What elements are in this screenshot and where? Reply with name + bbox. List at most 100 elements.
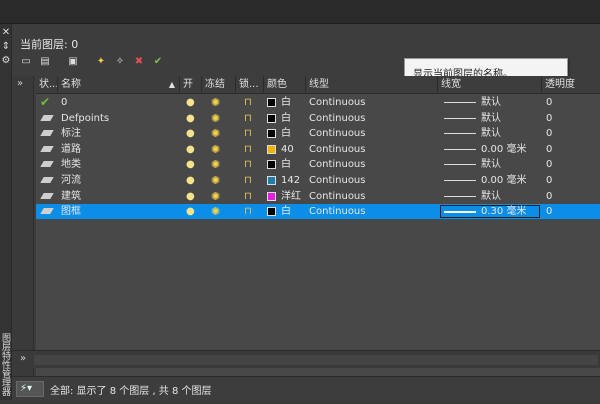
new-layer-icon[interactable]: ✦ (93, 54, 109, 68)
new-layer-vp-frozen-icon[interactable]: ✧ (112, 54, 128, 68)
layer-on-bulb-icon[interactable]: ● (186, 127, 195, 140)
layer-linetype[interactable]: Continuous (309, 95, 365, 110)
layer-linetype[interactable]: Continuous (309, 157, 365, 172)
layer-name[interactable]: Defpoints (61, 111, 109, 126)
layer-thaw-sun-icon[interactable]: ✺ (211, 204, 220, 219)
layer-unlocked-icon[interactable]: ⊓ (244, 205, 252, 218)
layer-thaw-sun-icon[interactable]: ✺ (211, 173, 220, 188)
layer-name[interactable]: 地类 (61, 157, 81, 172)
col-name[interactable]: 名称 ▲ (58, 76, 180, 94)
layer-on-bulb-icon[interactable]: ● (186, 143, 195, 156)
layer-transparency[interactable]: 0 (546, 204, 552, 219)
layer-row[interactable]: 建筑 ● ✺ ⊓ 洋红 Continuous 默认 0 (36, 189, 600, 204)
layer-name[interactable]: 0 (61, 95, 67, 110)
layer-on-bulb-icon[interactable]: ● (186, 158, 195, 171)
new-property-filter-icon[interactable]: ▭ (18, 54, 34, 68)
layer-lineweight[interactable]: 默认 (481, 111, 501, 126)
col-transparency[interactable]: 透明度 (542, 76, 600, 94)
col-linetype[interactable]: 线型 (306, 76, 438, 94)
layer-unlocked-icon[interactable]: ⊓ (244, 190, 252, 203)
layer-row[interactable]: ✔ 0 ● ✺ ⊓ 白 Continuous 默认 0 (36, 95, 600, 110)
layer-lineweight[interactable]: 默认 (481, 126, 501, 141)
layer-thaw-sun-icon[interactable]: ✺ (211, 142, 220, 157)
layer-on-bulb-icon[interactable]: ● (186, 205, 195, 218)
layer-name[interactable]: 图框 (61, 204, 81, 219)
layer-color-name[interactable]: 白 (281, 204, 291, 219)
col-freeze[interactable]: 冻结 (202, 76, 236, 94)
col-status[interactable]: 状... (36, 76, 58, 94)
layer-on-bulb-icon[interactable]: ● (186, 112, 195, 125)
layer-lineweight[interactable]: 默认 (481, 95, 501, 110)
filter-tree-pane[interactable]: » (12, 76, 34, 376)
layer-row[interactable]: Defpoints ● ✺ ⊓ 白 Continuous 默认 0 (36, 111, 600, 126)
layer-color-name[interactable]: 142 (281, 173, 300, 188)
layer-thaw-sun-icon[interactable]: ✺ (211, 189, 220, 204)
layer-color-name[interactable]: 40 (281, 142, 294, 157)
layer-color-name[interactable]: 白 (281, 157, 291, 172)
horizontal-scrollbar[interactable] (34, 355, 598, 365)
layer-name[interactable]: 道路 (61, 142, 81, 157)
layer-color-name[interactable]: 白 (281, 111, 291, 126)
layer-on-bulb-icon[interactable]: ● (186, 174, 195, 187)
layer-unlocked-icon[interactable]: ⊓ (244, 112, 252, 125)
layer-thaw-sun-icon[interactable]: ✺ (211, 111, 220, 126)
col-lineweight[interactable]: 线宽 (438, 76, 542, 94)
layer-color-name[interactable]: 白 (281, 126, 291, 141)
settings-icon[interactable]: ⚙ (1, 56, 11, 66)
layer-on-bulb-icon[interactable]: ● (186, 96, 195, 109)
layer-thaw-sun-icon[interactable]: ✺ (211, 126, 220, 141)
layer-transparency[interactable]: 0 (546, 157, 552, 172)
collapse-filter-icon[interactable]: » (20, 353, 26, 364)
layer-row[interactable]: 标注 ● ✺ ⊓ 白 Continuous 默认 0 (36, 126, 600, 141)
layer-on-bulb-icon[interactable]: ● (186, 190, 195, 203)
filter-toggle-button[interactable]: ⚡▾ (16, 381, 44, 397)
layer-transparency[interactable]: 0 (546, 189, 552, 204)
auto-hide-icon[interactable]: ⇕ (1, 42, 11, 52)
col-lock[interactable]: 锁... (236, 76, 264, 94)
layer-color-swatch[interactable] (267, 176, 276, 185)
layer-linetype[interactable]: Continuous (309, 126, 365, 141)
layer-color-swatch[interactable] (267, 207, 276, 217)
layer-unlocked-icon[interactable]: ⊓ (244, 158, 252, 171)
layer-transparency[interactable]: 0 (546, 111, 552, 126)
layer-unlocked-icon[interactable]: ⊓ (244, 143, 252, 156)
layer-row[interactable]: 地类 ● ✺ ⊓ 白 Continuous 默认 0 (36, 157, 600, 172)
new-group-filter-icon[interactable]: ▤ (37, 54, 53, 68)
set-current-icon[interactable]: ✔ (150, 54, 166, 68)
layer-row[interactable]: 道路 ● ✺ ⊓ 40 Continuous 0.00 毫米 0 (36, 142, 600, 157)
layer-color-name[interactable]: 白 (281, 95, 291, 110)
col-on[interactable]: 开 (180, 76, 202, 94)
layer-color-swatch[interactable] (267, 113, 276, 123)
layer-color-name[interactable]: 洋红 (281, 189, 301, 204)
layer-linetype[interactable]: Continuous (309, 173, 365, 188)
layer-row[interactable]: 图框 ● ✺ ⊓ 白 Continuous 0.30 毫米 0 (36, 204, 600, 220)
layer-color-swatch[interactable] (267, 98, 276, 107)
layer-name[interactable]: 河流 (61, 173, 81, 188)
layer-color-swatch[interactable] (267, 144, 276, 154)
layer-lineweight[interactable]: 默认 (481, 189, 501, 204)
layer-linetype[interactable]: Continuous (309, 111, 365, 126)
layer-linetype[interactable]: Continuous (309, 189, 365, 204)
expand-filter-icon[interactable]: » (17, 78, 23, 89)
layer-linetype[interactable]: Continuous (309, 204, 365, 219)
delete-layer-icon[interactable]: ✖ (131, 54, 147, 68)
layer-transparency[interactable]: 0 (546, 173, 552, 188)
layer-name[interactable]: 标注 (61, 126, 81, 141)
layer-lineweight[interactable]: 0.00 毫米 (481, 142, 526, 157)
layer-unlocked-icon[interactable]: ⊓ (244, 96, 252, 109)
layer-unlocked-icon[interactable]: ⊓ (244, 127, 252, 140)
layer-color-swatch[interactable] (267, 191, 276, 201)
layer-lineweight[interactable]: 0.00 毫米 (481, 173, 526, 188)
close-icon[interactable]: ✕ (1, 28, 11, 38)
layer-color-swatch[interactable] (267, 129, 276, 139)
layer-lineweight[interactable]: 0.30 毫米 (481, 204, 526, 219)
layer-row[interactable]: 河流 ● ✺ ⊓ 142 Continuous 0.00 毫米 0 (36, 173, 600, 188)
layer-linetype[interactable]: Continuous (309, 142, 365, 157)
layer-thaw-sun-icon[interactable]: ✺ (211, 157, 220, 172)
layer-thaw-sun-icon[interactable]: ✺ (211, 95, 220, 110)
layer-name[interactable]: 建筑 (61, 189, 81, 204)
layer-transparency[interactable]: 0 (546, 126, 552, 141)
layer-lineweight[interactable]: 默认 (481, 157, 501, 172)
layer-states-icon[interactable]: ▣ (65, 54, 81, 68)
layer-unlocked-icon[interactable]: ⊓ (244, 174, 252, 187)
